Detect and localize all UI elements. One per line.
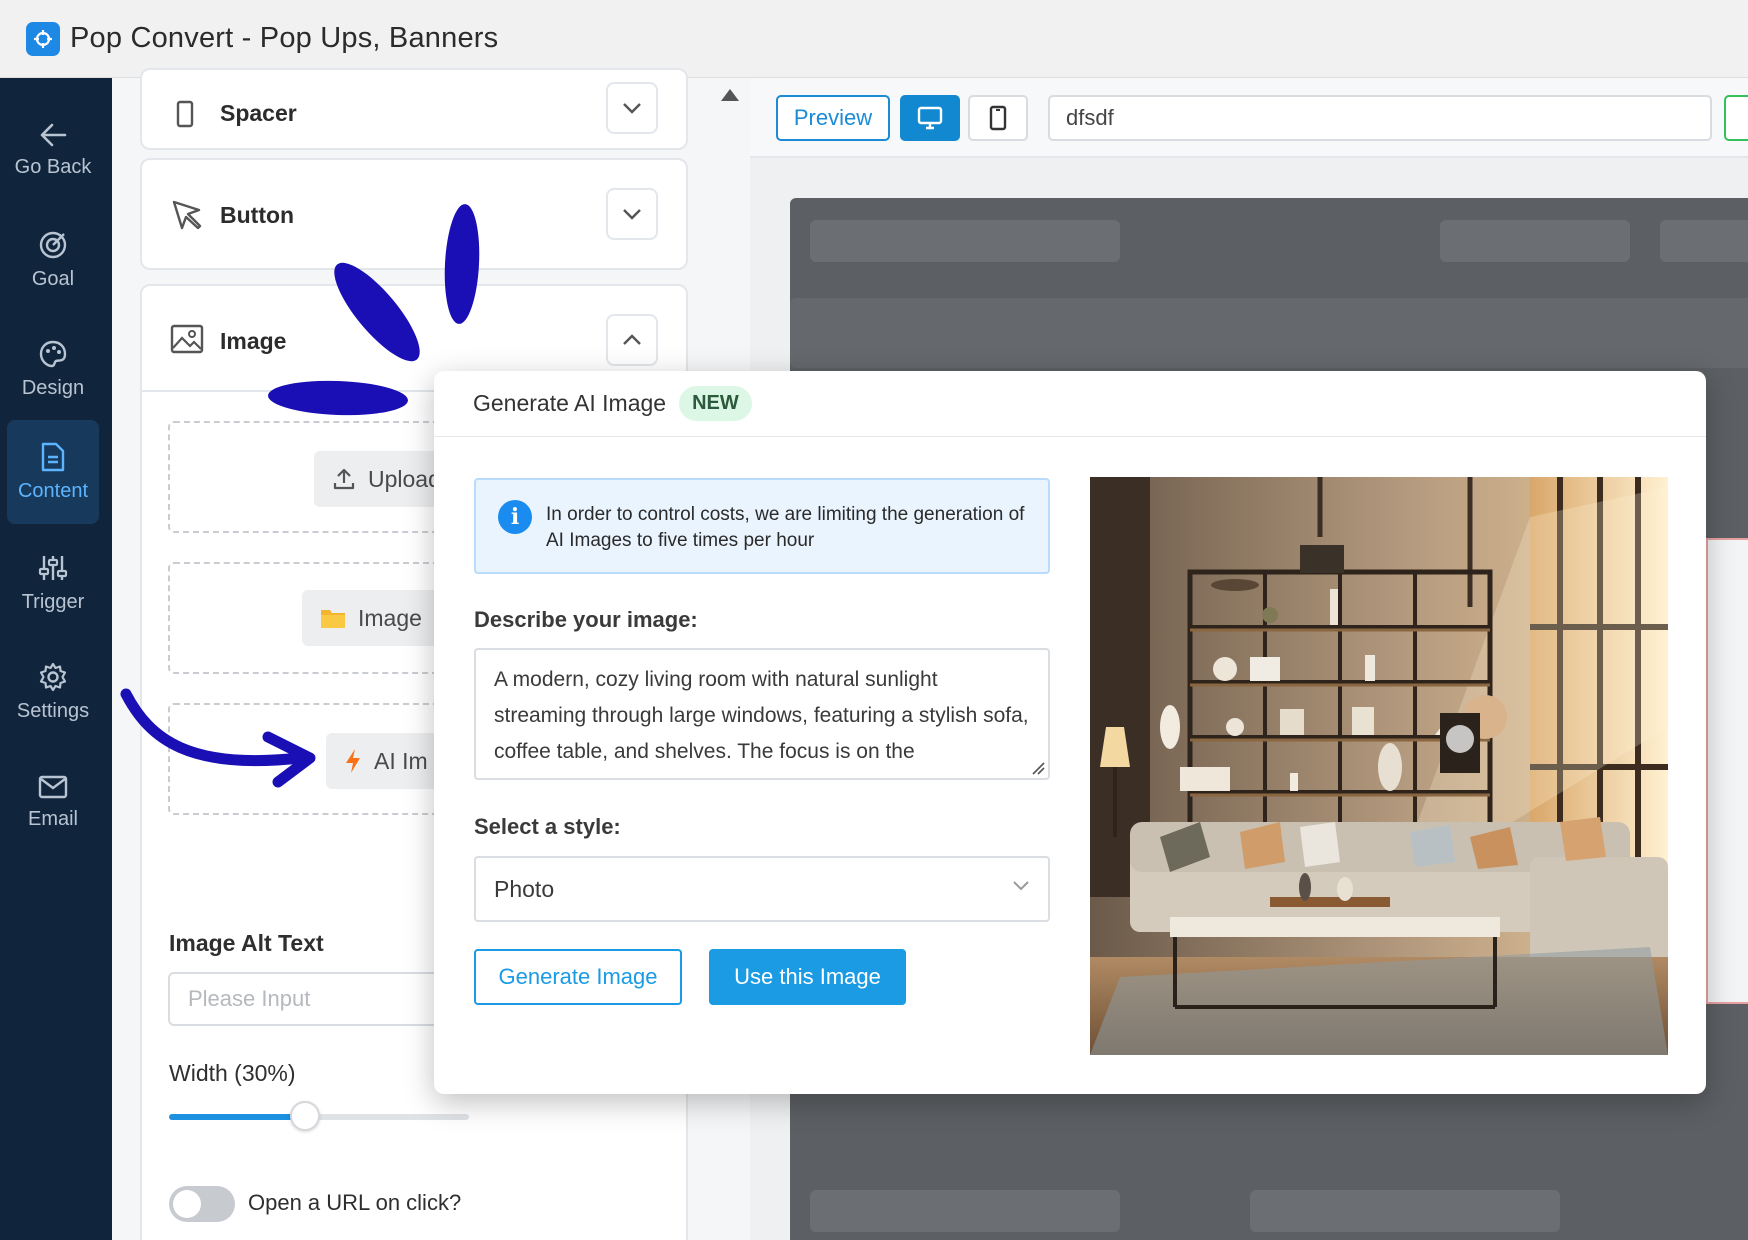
info-icon: i: [498, 500, 532, 534]
width-label: Width (30%): [169, 1060, 296, 1086]
placeholder-block: [810, 1190, 1120, 1232]
image-icon: [170, 324, 204, 354]
sidebar-item-label: Go Back: [14, 155, 92, 178]
image-block-title: Image: [220, 328, 287, 354]
document-icon: [41, 442, 65, 471]
button-expand-button[interactable]: [606, 188, 658, 240]
image-collapse-button[interactable]: [606, 314, 658, 366]
window-title: Pop Convert - Pop Ups, Banners: [70, 22, 499, 54]
width-slider-fill: [169, 1114, 305, 1120]
spacer-block-title: Spacer: [220, 100, 297, 126]
sidebar-item-label: Design: [21, 376, 85, 399]
spacer-block-card[interactable]: Spacer: [140, 68, 688, 150]
app-logo-icon: [26, 21, 60, 56]
rate-limit-text: In order to control costs, we are limiti…: [546, 504, 1025, 551]
ai-image-label: AI Im: [374, 747, 428, 774]
width-slider-thumb[interactable]: [290, 1101, 320, 1131]
desktop-icon: [917, 106, 943, 130]
desktop-view-button[interactable]: [900, 95, 960, 141]
open-url-label: Open a URL on click?: [248, 1190, 462, 1215]
rate-limit-notice: i In order to control costs, we are limi…: [474, 478, 1050, 574]
modal-title: Generate AI Image: [473, 390, 667, 416]
scroll-up-icon[interactable]: [720, 88, 740, 102]
sidebar-item-label: Settings: [16, 699, 90, 722]
mobile-icon: [989, 105, 1007, 131]
alt-text-input[interactable]: Please Input: [168, 972, 468, 1026]
preview-label: Preview: [793, 105, 873, 130]
style-label: Select a style:: [474, 814, 621, 839]
use-this-image-label: Use this Image: [734, 964, 881, 989]
generated-image-preview: [1090, 477, 1668, 1055]
button-block-card[interactable]: Button: [140, 158, 688, 270]
button-block-title: Button: [220, 202, 295, 228]
new-badge: NEW: [679, 386, 752, 421]
placeholder-block: [1440, 220, 1630, 262]
modal-header: Generate AI Image NEW: [434, 371, 1706, 437]
gear-icon: [39, 662, 67, 691]
sidebar-item-label: Trigger: [21, 590, 85, 613]
target-icon: [39, 231, 67, 258]
width-slider[interactable]: [169, 1101, 469, 1131]
image-prompt-text: A modern, cozy living room with natural …: [494, 668, 1029, 763]
open-url-toggle[interactable]: [169, 1186, 235, 1222]
chevron-up-icon: [623, 334, 641, 345]
placeholder-block: [790, 298, 1748, 368]
generate-image-label: Generate Image: [498, 964, 658, 989]
mobile-view-button[interactable]: [968, 95, 1028, 141]
sidebar-item-label: Content: [17, 479, 89, 502]
image-library-label: Image: [358, 604, 422, 631]
sidebar-item-trigger[interactable]: Trigger: [7, 531, 99, 635]
sidebar-item-content[interactable]: Content: [7, 420, 99, 524]
placeholder-block: [810, 220, 1120, 262]
campaign-name-input[interactable]: dfsdf: [1048, 95, 1712, 141]
use-this-image-button[interactable]: Use this Image: [709, 949, 906, 1005]
lightning-icon: [346, 749, 360, 773]
style-selected-value: Photo: [494, 875, 555, 902]
sidebar-item-settings[interactable]: Settings: [7, 640, 99, 744]
upload-label: Upload: [368, 465, 441, 492]
alt-text-label: Image Alt Text: [169, 930, 324, 956]
sidebar-item-design[interactable]: Design: [7, 317, 99, 421]
upload-icon: [333, 468, 355, 490]
alt-text-placeholder: Please Input: [188, 986, 311, 1011]
chevron-down-icon: [623, 209, 641, 220]
sidebar: Go Back Goal Design Content Trigger Sett…: [0, 78, 112, 1240]
placeholder-block: [1660, 220, 1748, 262]
editor-toolbar: Preview dfsdf: [750, 78, 1748, 158]
folder-icon: [321, 610, 345, 628]
preview-button[interactable]: Preview: [776, 95, 890, 141]
spacer-expand-button[interactable]: [606, 82, 658, 134]
cursor-icon: [172, 200, 202, 230]
campaign-name-value: dfsdf: [1066, 105, 1114, 130]
save-button[interactable]: [1724, 95, 1748, 141]
sidebar-item-go-back[interactable]: Go Back: [7, 98, 99, 202]
placeholder-block: [1250, 1190, 1560, 1232]
generate-ai-image-modal: Generate AI Image NEW i In order to cont…: [434, 371, 1706, 1094]
canvas-selected-edge: [1706, 538, 1748, 1004]
sidebar-item-email[interactable]: Email: [7, 750, 99, 854]
spacer-icon: [176, 100, 194, 128]
window-titlebar: Pop Convert - Pop Ups, Banners: [0, 0, 1748, 78]
arrow-left-icon: [40, 123, 67, 146]
palette-icon: [39, 340, 67, 367]
mail-icon: [38, 775, 68, 798]
sidebar-item-goal[interactable]: Goal: [7, 208, 99, 312]
image-prompt-textarea[interactable]: A modern, cozy living room with natural …: [474, 648, 1050, 780]
chevron-down-icon: [623, 103, 641, 114]
living-room-image: [1090, 477, 1668, 1055]
toggle-knob: [173, 1190, 201, 1218]
chevron-down-icon: [1013, 881, 1029, 891]
style-select[interactable]: Photo: [474, 856, 1050, 922]
describe-label: Describe your image:: [474, 607, 698, 632]
generate-image-button[interactable]: Generate Image: [474, 949, 682, 1005]
sidebar-item-label: Goal: [31, 267, 75, 290]
sliders-icon: [38, 555, 68, 580]
resize-grip-icon[interactable]: [1029, 759, 1045, 775]
sidebar-item-label: Email: [27, 807, 78, 830]
